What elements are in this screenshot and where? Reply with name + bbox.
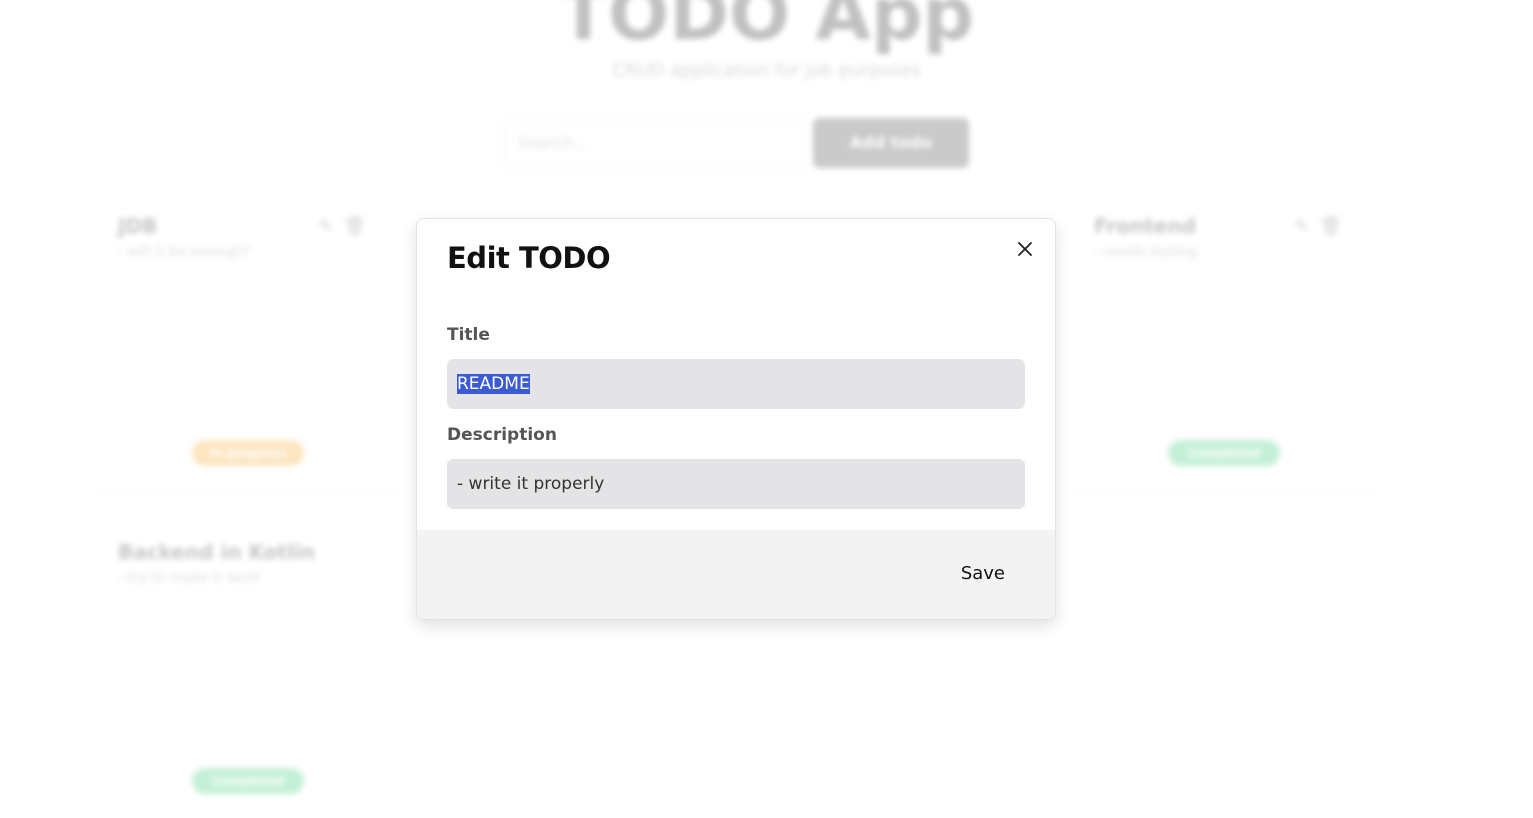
search-input: Search... [505,118,805,168]
description-field-label: Description [447,425,557,445]
todo-card-title: Frontend [1094,214,1196,238]
app-title: TODO App [558,0,975,56]
description-input-value: - write it properly [457,474,605,494]
add-todo-button: Add todo [813,118,969,168]
modal-footer: Save [417,530,1055,619]
modal-title: Edit TODO [447,241,611,275]
todo-card-description: - will it be enough? [118,244,251,260]
close-icon [1018,242,1032,256]
todo-card: JDB - will it be enough? ✎🗑 In progress [102,214,392,492]
card-actions-icons: ✎🗑 [1294,216,1352,237]
todo-card-description: - try to make it work [118,570,261,586]
app-subtitle: CRUD application for job purposes [612,60,921,81]
close-button[interactable] [1013,237,1037,261]
description-input[interactable]: - write it properly [447,459,1025,509]
todo-card: Backend in Kotlin - try to make it work … [102,540,392,818]
edit-todo-modal: Edit TODO Title README Description - wri… [416,218,1056,620]
todo-card-description: - needs styling [1094,244,1197,260]
status-badge: Completed [1168,440,1280,466]
card-actions-icons: ✎🗑 [318,216,376,237]
title-input-value: README [457,374,530,394]
title-field-label: Title [447,325,490,345]
todo-card: Frontend - needs styling ✎🗑 Completed [1078,214,1368,492]
status-badge: Completed [192,768,304,794]
todo-card-title: JDB [118,214,158,238]
save-button[interactable]: Save [961,563,1005,584]
todo-card-title: Backend in Kotlin [118,540,315,564]
status-badge: In progress [192,440,304,466]
title-input[interactable]: README [447,359,1025,409]
